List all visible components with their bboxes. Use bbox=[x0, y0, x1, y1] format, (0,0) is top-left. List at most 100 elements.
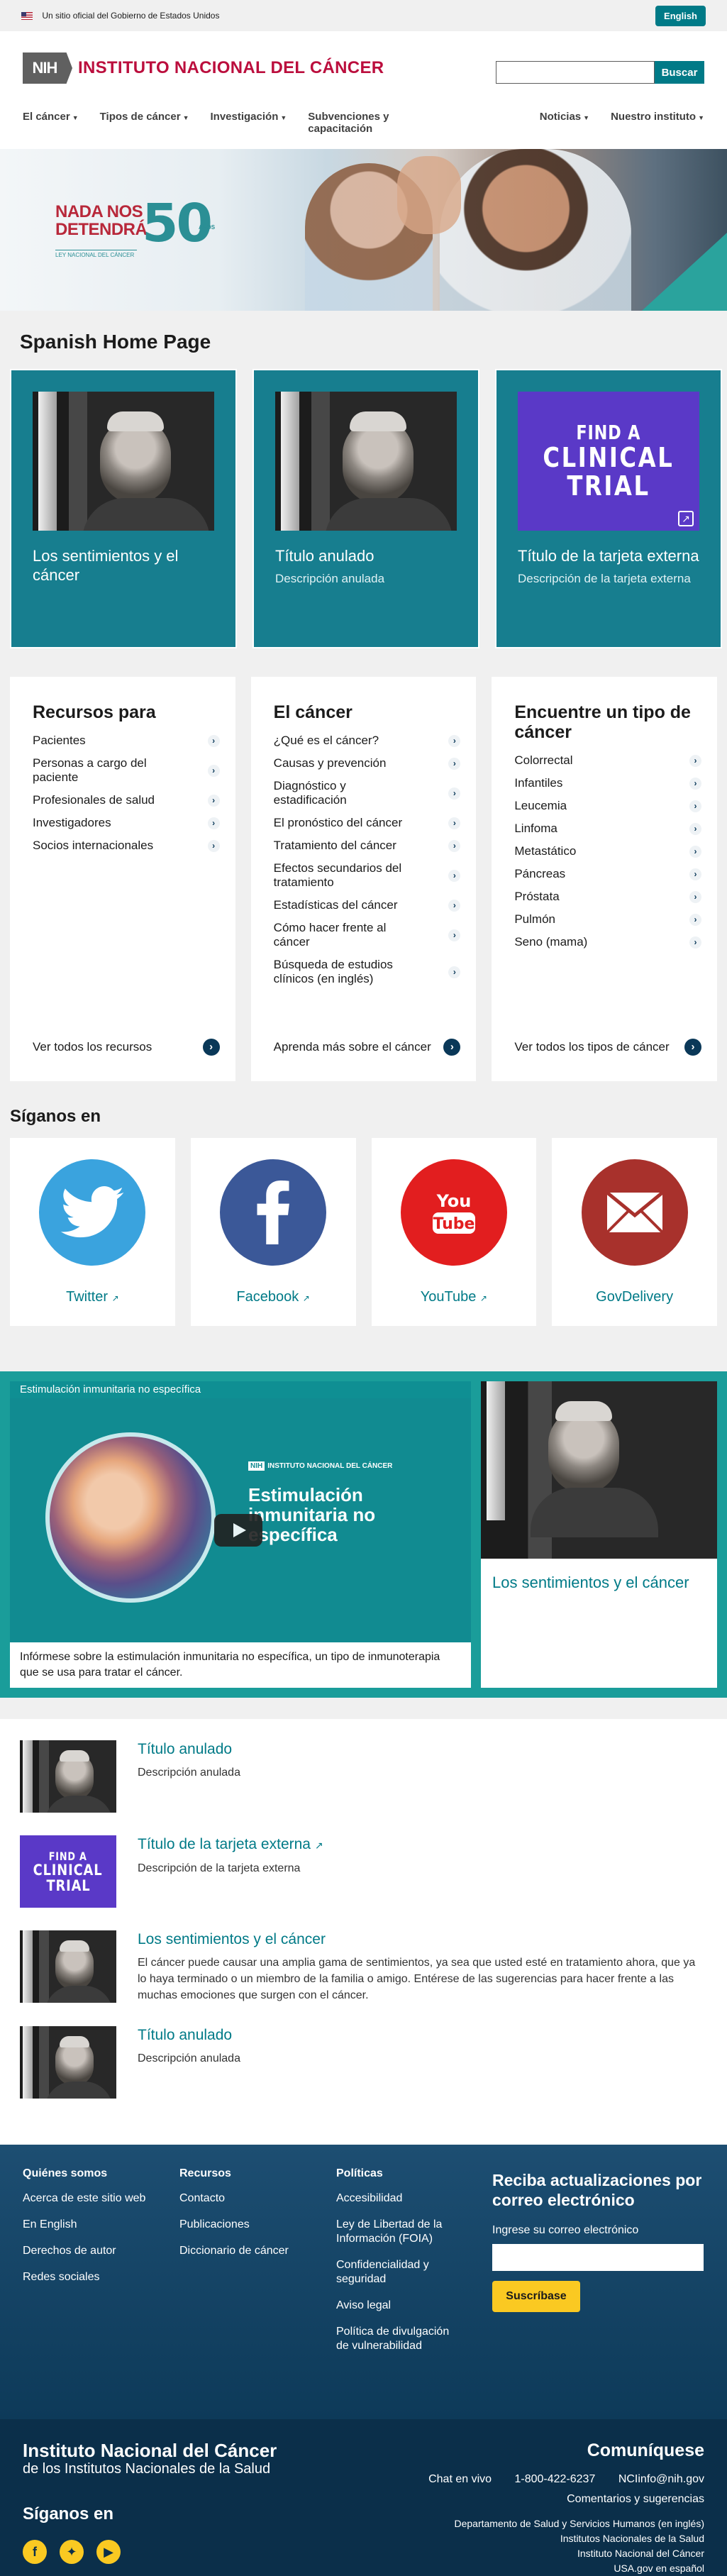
side-feature-card[interactable]: Los sentimientos y el cáncer bbox=[481, 1381, 717, 1688]
facebook-f-icon bbox=[220, 1159, 327, 1266]
list-item[interactable]: Seno (mama) › bbox=[514, 935, 702, 949]
teaser-title[interactable]: Los sentimientos y el cáncer bbox=[138, 1930, 705, 1949]
elderly-man-thumbnail[interactable] bbox=[20, 1930, 116, 2003]
footer-link[interactable]: Publicaciones bbox=[179, 2218, 336, 2232]
list-item[interactable]: Profesionales de salud › bbox=[33, 793, 220, 807]
list-item[interactable]: Cómo hacer frente al cáncer › bbox=[274, 921, 461, 949]
nav-item-investigacion[interactable]: Investigación ▼ bbox=[211, 111, 287, 124]
feature-card-description: Descripción de la tarjeta externa bbox=[518, 572, 691, 585]
footer-link-label: Aprenda más sobre el cáncer bbox=[273, 1040, 431, 1054]
list-item[interactable]: Investigadores › bbox=[33, 816, 220, 830]
list-item[interactable]: Efectos secundarios del tratamiento › bbox=[274, 861, 461, 890]
chevron-down-icon: ▼ bbox=[698, 114, 704, 121]
english-language-button[interactable]: English bbox=[655, 5, 706, 26]
elderly-man-thumbnail[interactable] bbox=[20, 1740, 116, 1813]
list-item[interactable]: Socios internacionales › bbox=[33, 839, 220, 853]
nav-item-el-cancer[interactable]: El cáncer ▼ bbox=[23, 111, 79, 124]
list-item[interactable]: Personas a cargo del paciente › bbox=[33, 756, 220, 785]
chevron-right-icon: › bbox=[202, 1039, 220, 1056]
subscribe-button[interactable]: Suscríbase bbox=[492, 2281, 580, 2312]
teaser-title[interactable]: Título anulado bbox=[138, 1740, 240, 1759]
phone-link[interactable]: 1-800-422-6237 bbox=[514, 2473, 595, 2485]
list-item-label: Metastático bbox=[514, 844, 577, 858]
search-input[interactable] bbox=[496, 61, 655, 84]
gov-link[interactable]: Instituto Nacional del Cáncer bbox=[428, 2546, 704, 2561]
list-item[interactable]: Causas y prevención › bbox=[274, 756, 461, 770]
list-item[interactable]: Estadísticas del cáncer › bbox=[274, 898, 461, 912]
nci-logo[interactable]: NIH INSTITUTO NACIONAL DEL CÁNCER bbox=[23, 52, 384, 84]
chevron-right-icon: › bbox=[689, 913, 702, 926]
list-item[interactable]: Infantiles › bbox=[514, 776, 702, 790]
footer-link[interactable]: En English bbox=[23, 2218, 179, 2232]
hero-accent-shape bbox=[642, 233, 727, 311]
list-item[interactable]: Colorrectal › bbox=[514, 753, 702, 768]
footer-link[interactable]: Contacto bbox=[179, 2191, 336, 2206]
nav-item-subvenciones[interactable]: Subvenciones y capacitación bbox=[308, 111, 407, 135]
search-button[interactable]: Buscar bbox=[655, 61, 704, 84]
elderly-man-thumbnail[interactable] bbox=[20, 2026, 116, 2099]
feedback-link[interactable]: Comentarios y sugerencias bbox=[567, 2493, 704, 2505]
list-item[interactable]: Pulmón › bbox=[514, 912, 702, 927]
footer-link[interactable]: Derechos de autor bbox=[23, 2244, 179, 2258]
list-item[interactable]: ¿Qué es el cáncer? › bbox=[274, 734, 461, 748]
nav-item-tipos-de-cancer[interactable]: Tipos de cáncer ▼ bbox=[100, 111, 189, 124]
elderly-man-image bbox=[33, 392, 214, 531]
list-item[interactable]: Tratamiento del cáncer › bbox=[274, 839, 461, 853]
social-card-twitter[interactable]: Twitter ↗ bbox=[10, 1138, 175, 1326]
feature-card[interactable]: FIND A CLINICAL TRIAL ↗ Título de la tar… bbox=[495, 369, 722, 648]
email-signup: Reciba actualizaciones por correo electr… bbox=[492, 2170, 705, 2312]
list-card-footer-link[interactable]: Ver todos los tipos de cáncer › bbox=[514, 1039, 702, 1056]
list-item[interactable]: El pronóstico del cáncer › bbox=[274, 816, 461, 830]
feature-card[interactable]: Los sentimientos y el cáncer bbox=[10, 369, 237, 648]
social-card-govdelivery[interactable]: GovDelivery bbox=[552, 1138, 717, 1326]
social-card-youtube[interactable]: You Tube YouTube ↗ bbox=[371, 1138, 537, 1326]
teaser-title[interactable]: Título de la tarjeta externa ↗ bbox=[138, 1835, 323, 1854]
hero-banner[interactable]: NADA NOS DETENDRÁ 50 AÑOS LEY NACIONAL D… bbox=[0, 149, 727, 311]
hero-subtitle: LEY NACIONAL DEL CÁNCER bbox=[55, 250, 137, 258]
list-item[interactable]: Diagnóstico y estadificación › bbox=[274, 779, 461, 807]
twitter-icon[interactable]: ✦ bbox=[60, 2540, 84, 2564]
play-button-icon[interactable] bbox=[214, 1514, 262, 1547]
list-item[interactable]: Próstata › bbox=[514, 890, 702, 904]
list-item[interactable]: Linfoma › bbox=[514, 822, 702, 836]
facebook-icon[interactable]: f bbox=[23, 2540, 47, 2564]
feature-card[interactable]: Título anulado Descripción anulada bbox=[252, 369, 479, 648]
elderly-man-image bbox=[481, 1381, 717, 1559]
list-card-footer-link[interactable]: Ver todos los recursos › bbox=[33, 1039, 220, 1056]
email-link[interactable]: NCIinfo@nih.gov bbox=[618, 2473, 704, 2485]
footer-link[interactable]: Redes sociales bbox=[23, 2270, 179, 2284]
footer-link[interactable]: Ley de Libertad de la Información (FOIA) bbox=[336, 2218, 464, 2246]
chevron-down-icon: ▼ bbox=[182, 114, 189, 121]
list-card-footer-link[interactable]: Aprenda más sobre el cáncer › bbox=[274, 1039, 461, 1056]
live-chat-link[interactable]: Chat en vivo bbox=[428, 2473, 492, 2485]
teaser-description: Descripción de la tarjeta externa bbox=[138, 1862, 301, 1874]
list-item[interactable]: Pacientes › bbox=[33, 734, 220, 748]
svg-text:You: You bbox=[436, 1191, 472, 1211]
footer-link[interactable]: Política de divulgación de vulnerabilida… bbox=[336, 2325, 464, 2353]
list-item-label: Páncreas bbox=[514, 867, 566, 880]
hair-shape bbox=[60, 1940, 89, 1952]
list-item[interactable]: Páncreas › bbox=[514, 867, 702, 881]
social-card-facebook[interactable]: Facebook ↗ bbox=[190, 1138, 356, 1326]
gov-link[interactable]: Institutos Nacionales de la Salud bbox=[428, 2531, 704, 2546]
footer-link[interactable]: Diccionario de cáncer bbox=[179, 2244, 336, 2258]
footer-link[interactable]: Accesibilidad bbox=[336, 2191, 464, 2206]
gov-link[interactable]: USA.gov en español bbox=[428, 2561, 704, 2576]
teaser-title[interactable]: Título anulado bbox=[138, 2026, 240, 2045]
media-section: Estimulación inmunitaria no específica N… bbox=[0, 1371, 727, 1698]
nav-item-noticias[interactable]: Noticias ▼ bbox=[540, 111, 589, 124]
footer-link[interactable]: Aviso legal bbox=[336, 2299, 464, 2313]
youtube-icon[interactable]: ▶ bbox=[96, 2540, 121, 2564]
list-item[interactable]: Metastático › bbox=[514, 844, 702, 858]
footer-link[interactable]: Confidencialidad y seguridad bbox=[336, 2258, 464, 2287]
teaser-description: Descripción anulada bbox=[138, 2052, 240, 2064]
gov-link[interactable]: Departamento de Salud y Servicios Humano… bbox=[428, 2516, 704, 2531]
nav-item-nuestro-instituto[interactable]: Nuestro instituto ▼ bbox=[611, 111, 704, 124]
footer-link[interactable]: Acerca de este sitio web bbox=[23, 2191, 179, 2206]
clinical-trial-thumbnail[interactable]: FIND A CLINICAL TRIAL bbox=[20, 1835, 116, 1908]
list-item[interactable]: Leucemia › bbox=[514, 799, 702, 813]
video-player[interactable]: NIH INSTITUTO NACIONAL DEL CÁNCER Estimul… bbox=[10, 1398, 471, 1642]
email-field[interactable] bbox=[492, 2244, 704, 2271]
list-card-tipos: Encuentre un tipo de cáncer Colorrectal ›… bbox=[492, 677, 718, 1081]
list-item[interactable]: Búsqueda de estudios clínicos (en inglés… bbox=[274, 958, 461, 986]
